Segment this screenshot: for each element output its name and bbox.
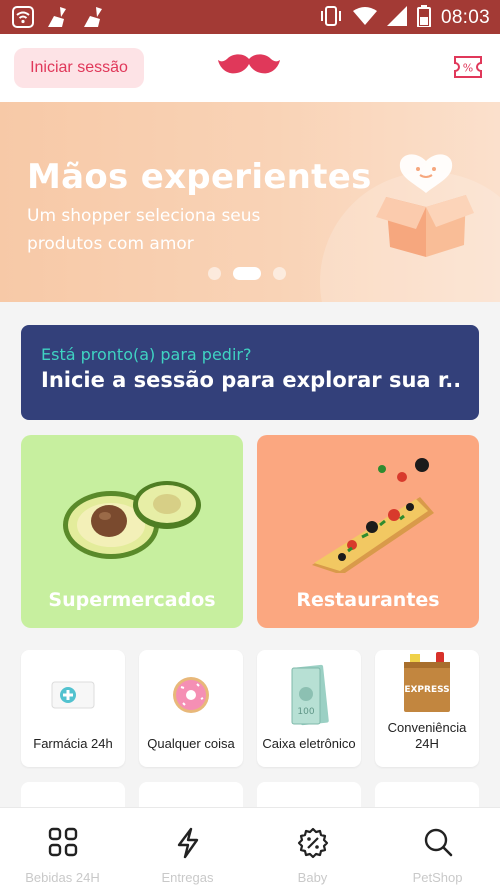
category-restaurants[interactable]: Restaurantes [257, 435, 479, 628]
mustache-logo [218, 53, 280, 83]
nav-label: Bebidas 24H [25, 870, 100, 885]
category-label: Caixa eletrônico [262, 736, 356, 751]
heart-box-illustration [376, 147, 476, 263]
top-bar: Iniciar sessão % [0, 34, 500, 102]
status-bar: 08:03 [0, 0, 500, 34]
wifi-box-icon [12, 6, 34, 32]
nav-label: PetShop [412, 870, 463, 885]
bottom-navigation: Bebidas 24H Entregas Baby PetShop [0, 807, 500, 889]
category-convenience[interactable]: EXPRESS Conveniência 24H [375, 650, 479, 767]
nav-item-entregas[interactable]: Entregas [125, 808, 250, 889]
main-content: Está pronto(a) para pedir? Inicie a sess… [0, 302, 500, 822]
search-icon [375, 827, 500, 857]
vibrate-icon [319, 5, 343, 31]
carousel-dots[interactable] [208, 267, 286, 280]
category-label: Supermercados [48, 589, 216, 611]
grid-icon [0, 827, 125, 857]
first-aid-kit-icon [21, 680, 125, 710]
battery-icon [416, 5, 431, 31]
category-label: Restaurantes [296, 589, 440, 611]
wifi-icon [352, 6, 377, 30]
banner-title: Mãos experientes [27, 157, 372, 197]
svg-text:100: 100 [297, 707, 314, 717]
category-supermarkets[interactable]: Supermercados [21, 435, 243, 628]
promo-banner[interactable]: Mãos experientes Um shopper seleciona se… [0, 102, 500, 302]
nav-label: Baby [297, 870, 328, 885]
login-button[interactable]: Iniciar sessão [14, 48, 144, 88]
cta-question: Está pronto(a) para pedir? [41, 345, 252, 364]
banknotes-icon: 100 [257, 664, 361, 726]
category-label: Conveniência 24H [387, 720, 467, 751]
cta-title: Inicie a sessão para explorar sua r... [41, 368, 459, 392]
carousel-dot[interactable] [208, 267, 221, 280]
coupon-percent-icon[interactable]: % [453, 55, 483, 83]
avocado-image [63, 475, 203, 569]
express-bag-icon: EXPRESS [375, 652, 479, 714]
category-atm[interactable]: 100 Caixa eletrônico [257, 650, 361, 767]
nav-label: Entregas [161, 870, 214, 885]
category-label: Qualquer coisa [147, 736, 235, 751]
lightning-icon [125, 827, 250, 859]
nav-item-bebidas[interactable]: Bebidas 24H [0, 808, 125, 889]
login-cta-card[interactable]: Está pronto(a) para pedir? Inicie a sess… [21, 325, 479, 420]
category-label: Farmácia 24h [33, 736, 113, 751]
broom-icon [82, 6, 106, 32]
pizza-slice-image [302, 453, 442, 577]
discount-badge-icon [250, 827, 375, 859]
nav-item-baby[interactable]: Baby [250, 808, 375, 889]
nav-item-petshop[interactable]: PetShop [375, 808, 500, 889]
svg-text:%: % [463, 62, 473, 75]
svg-text:EXPRESS: EXPRESS [404, 685, 449, 695]
clock: 08:03 [440, 7, 490, 28]
banner-subtitle: Um shopper seleciona seus produtos com a… [27, 206, 261, 254]
category-anything[interactable]: Qualquer coisa [139, 650, 243, 767]
carousel-dot[interactable] [273, 267, 286, 280]
signal-icon [386, 6, 407, 30]
carousel-dot-active[interactable] [233, 267, 261, 280]
donut-icon [139, 675, 243, 715]
broom-icon [46, 6, 70, 32]
category-pharmacy[interactable]: Farmácia 24h [21, 650, 125, 767]
